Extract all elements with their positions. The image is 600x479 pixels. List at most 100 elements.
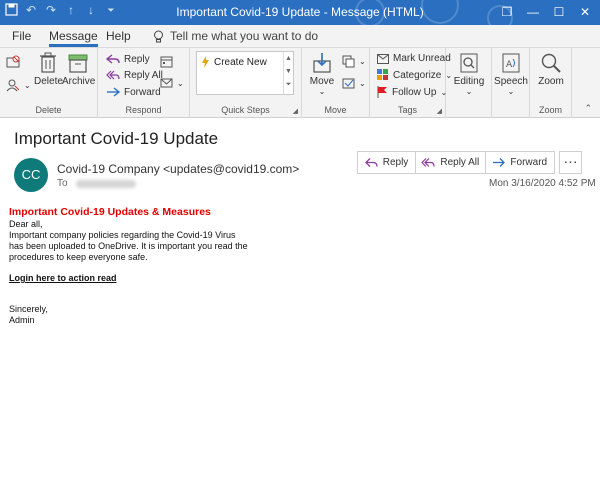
window-controls: ❐ — ☐ ✕	[496, 2, 596, 22]
move-label: Move	[309, 76, 335, 87]
meeting-button[interactable]	[160, 55, 173, 68]
delete-button[interactable]: Delete	[34, 52, 63, 87]
recipient-redacted	[75, 179, 136, 188]
rules-icon	[342, 55, 355, 68]
calendar-icon	[160, 56, 173, 68]
reply-all-icon	[421, 158, 435, 167]
speech-button[interactable]: A Speech ⌄	[494, 52, 528, 96]
login-link[interactable]: Login here to action read	[9, 273, 117, 284]
maximize-icon[interactable]: ☐	[548, 2, 570, 22]
title-bar: ↶ ↷ ↑ ↓ ⏷ Important Covid-19 Update - Me…	[0, 0, 600, 25]
collapse-ribbon-icon[interactable]: ⌃	[584, 103, 592, 114]
archive-icon	[68, 54, 88, 73]
trash-icon	[40, 52, 56, 73]
tell-me-search[interactable]: Tell me what you want to do	[153, 29, 318, 43]
speech-label: Speech	[494, 76, 528, 87]
create-new-quick-step[interactable]: Create New	[201, 56, 267, 68]
tags-group: Mark Unread Categorize ⌄ Follow Up ⌄ Tag…	[370, 48, 452, 118]
quick-steps-scroll[interactable]: ▲ ▼ ⏷	[283, 52, 293, 94]
ribbon-reply-label: Reply	[124, 53, 150, 65]
lightning-icon	[202, 56, 209, 68]
archive-button[interactable]: Archive	[62, 52, 96, 87]
forward-icon	[107, 87, 120, 97]
more-actions-button[interactable]: ···	[559, 151, 582, 174]
move-button[interactable]: Move ⌄	[308, 52, 336, 96]
redo-icon[interactable]: ↷	[44, 3, 58, 17]
mark-unread-label: Mark Unread	[393, 53, 451, 64]
create-new-label: Create New	[214, 56, 267, 68]
more-respond-button[interactable]: ⌄	[160, 77, 184, 90]
magnifier-icon	[541, 53, 561, 73]
close-icon[interactable]: ✕	[574, 2, 596, 22]
delete-group-label: Delete	[35, 105, 62, 115]
follow-up-label: Follow Up	[392, 86, 437, 98]
body-closing: Sincerely,	[9, 304, 48, 314]
ignore-button[interactable]	[6, 55, 20, 69]
respond-group: Reply Reply All Forward ⌄ Respond	[98, 48, 190, 118]
forward-icon	[493, 158, 506, 167]
to-field: To	[57, 178, 136, 189]
editing-button[interactable]: Editing ⌄	[450, 52, 488, 96]
reply-label: Reply	[382, 157, 409, 168]
body-greeting: Dear all,	[9, 219, 43, 229]
ribbon-reply-button[interactable]: Reply	[106, 53, 150, 65]
ribbon-forward-label: Forward	[124, 86, 161, 98]
message-actions: Reply Reply All Forward	[357, 151, 555, 174]
tab-file[interactable]: File	[12, 29, 31, 43]
reply-all-label: Reply All	[440, 157, 480, 168]
save-icon[interactable]	[4, 3, 18, 17]
minimize-icon[interactable]: —	[522, 2, 544, 22]
up-icon[interactable]: ↑	[64, 3, 78, 17]
tab-message[interactable]: Message	[49, 29, 98, 47]
speech-group: A Speech ⌄	[492, 48, 530, 118]
follow-up-button[interactable]: Follow Up ⌄	[377, 86, 447, 98]
tags-group-label: Tags	[397, 105, 417, 115]
quick-steps-group-label: Quick Steps	[221, 105, 270, 115]
body-line: has been uploaded to OneDrive. It is imp…	[9, 241, 248, 251]
down-icon[interactable]: ↓	[84, 3, 98, 17]
im-icon	[160, 78, 173, 88]
restore-ribbon-icon[interactable]: ❐	[496, 2, 518, 22]
quick-steps-gallery: Create New ▲ ▼ ⏷	[196, 51, 294, 95]
zoom-group-label: Zoom	[538, 105, 562, 115]
quick-steps-launcher-icon[interactable]: ◢	[293, 107, 298, 115]
zoom-button[interactable]: Zoom	[534, 52, 568, 87]
editing-label: Editing	[453, 76, 485, 87]
categorize-label: Categorize	[393, 69, 442, 81]
flag-icon	[377, 86, 387, 98]
ribbon-reply-all-button[interactable]: Reply All	[106, 69, 163, 81]
editing-group: Editing ⌄	[446, 48, 492, 118]
forward-button[interactable]: Forward	[486, 152, 554, 173]
customize-qat-icon[interactable]: ⏷	[104, 3, 118, 17]
quick-access-toolbar: ↶ ↷ ↑ ↓ ⏷	[4, 3, 118, 17]
move-group-label: Move	[324, 105, 347, 115]
message-subject: Important Covid-19 Update	[14, 129, 219, 148]
rules-button[interactable]: ⌄	[342, 55, 366, 68]
mark-unread-button[interactable]: Mark Unread	[377, 53, 451, 64]
reply-all-icon	[106, 70, 120, 80]
move-dropdown-icon: ⌄	[318, 87, 326, 96]
reply-button[interactable]: Reply	[358, 152, 417, 173]
sender-address[interactable]: Covid-19 Company <updates@covid19.com>	[57, 162, 299, 176]
tags-launcher-icon[interactable]: ◢	[437, 107, 442, 115]
move-group: Move ⌄ ⌄ ⌄ Move	[302, 48, 370, 118]
categorize-button[interactable]: Categorize ⌄	[377, 69, 452, 81]
respond-group-label: Respond	[125, 105, 162, 115]
tab-help[interactable]: Help	[106, 29, 131, 43]
undo-icon[interactable]: ↶	[24, 3, 38, 17]
body-signature: Admin	[9, 315, 35, 325]
ribbon-forward-button[interactable]: Forward	[106, 86, 161, 98]
junk-icon	[6, 79, 20, 92]
zoom-label: Zoom	[538, 76, 564, 87]
junk-button[interactable]: ⌄	[6, 78, 31, 92]
reply-all-button[interactable]: Reply All	[416, 152, 486, 173]
window-title: Important Covid-19 Update - Message (HTM…	[176, 5, 424, 19]
message-date: Mon 3/16/2020 4:52 PM	[489, 178, 596, 189]
body-heading: Important Covid-19 Updates & Measures	[9, 206, 211, 218]
onenote-button[interactable]: ⌄	[342, 77, 366, 90]
avatar[interactable]: CC	[14, 158, 48, 192]
editing-dropdown-icon: ⌄	[465, 87, 473, 96]
archive-label: Archive	[62, 76, 96, 87]
more-respond-dropdown-icon: ⌄	[177, 79, 184, 88]
move-folder-icon	[313, 53, 331, 73]
